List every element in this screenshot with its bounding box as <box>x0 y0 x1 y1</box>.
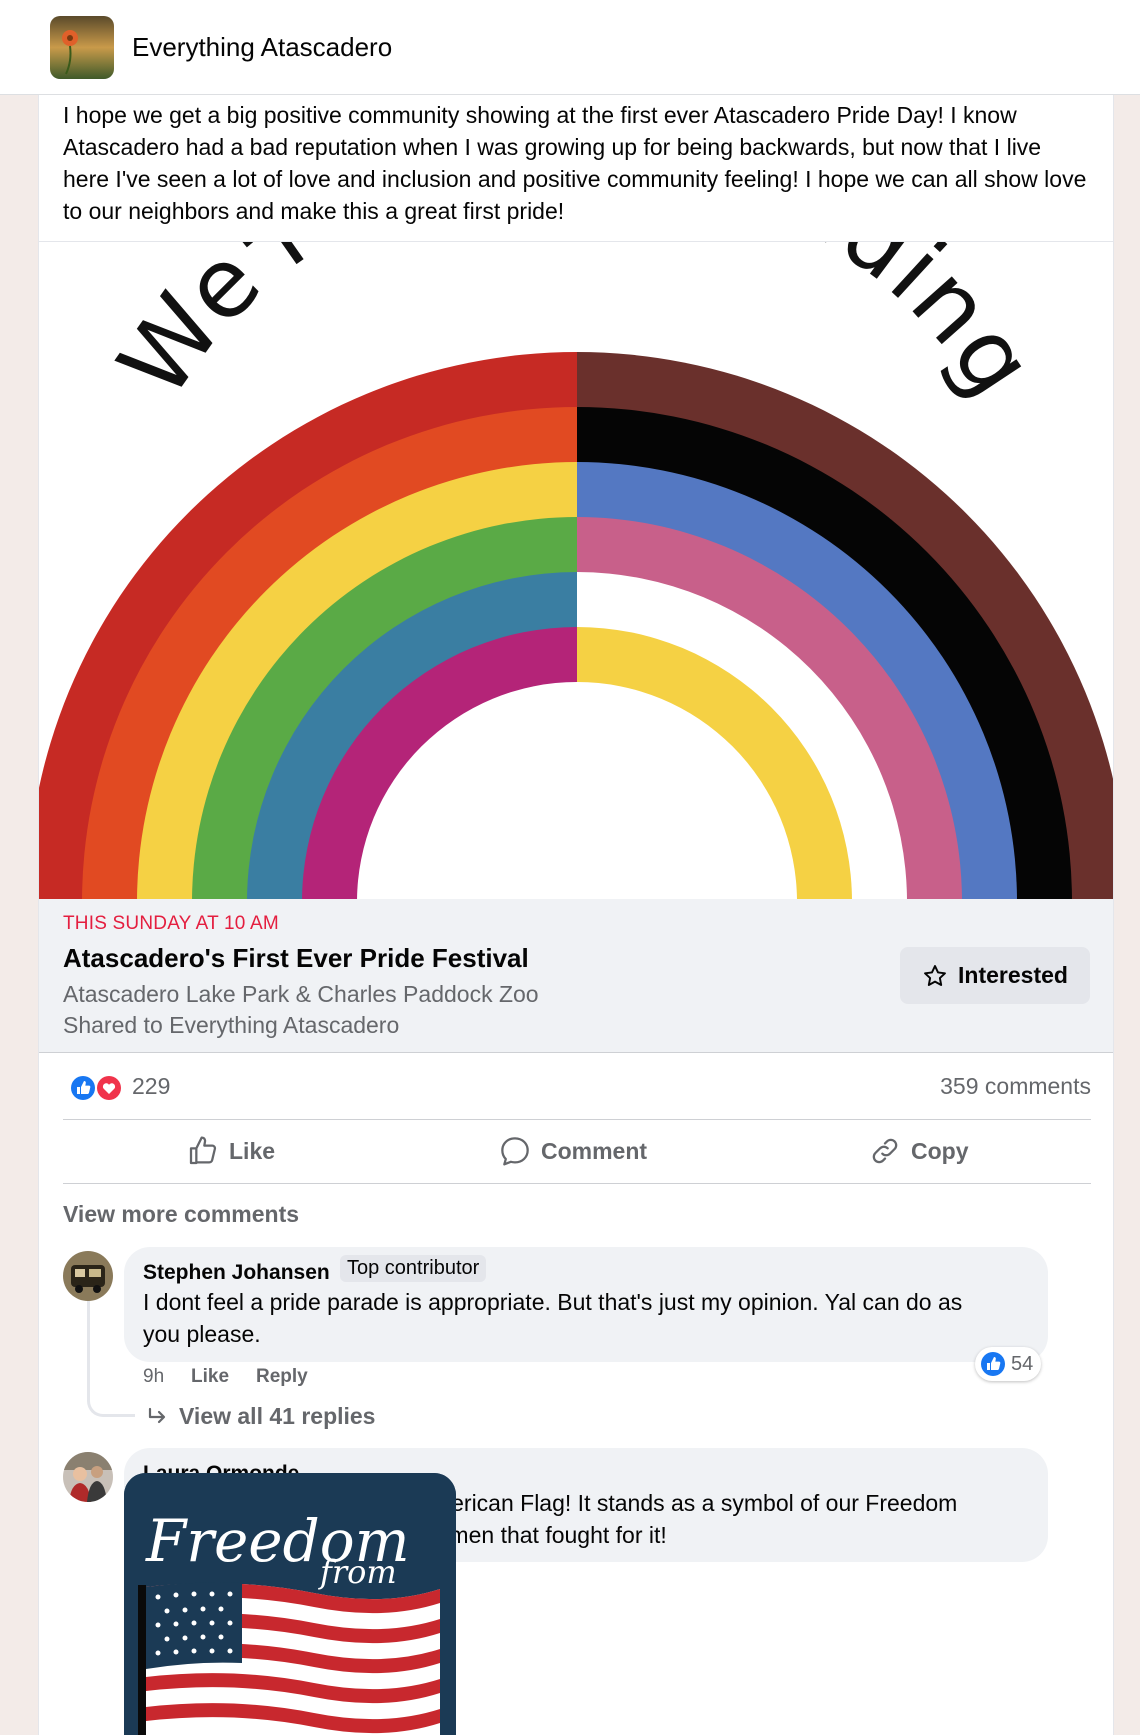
reaction-icons[interactable] <box>67 1073 123 1103</box>
top-contributor-badge: Top contributor <box>340 1255 487 1282</box>
star-icon <box>924 964 946 986</box>
like-reaction-icon <box>981 1352 1005 1376</box>
like-button[interactable]: Like <box>187 1125 275 1177</box>
group-name[interactable]: Everything Atascadero <box>132 32 392 63</box>
group-avatar[interactable] <box>50 16 114 79</box>
post-text: I hope we get a big positive community s… <box>63 102 1087 224</box>
reactions-row: 229 359 comments <box>63 1067 1091 1107</box>
view-replies[interactable]: View all 41 replies <box>145 1403 375 1430</box>
event-shared-to: Shared to Everything Atascadero <box>63 1012 400 1038</box>
thumbs-up-icon <box>189 1136 217 1165</box>
comment-text-line: I dont feel a pride parade is appropriat… <box>143 1289 963 1315</box>
american-flag-icon <box>146 1582 440 1735</box>
comment-bubble-icon <box>501 1137 529 1166</box>
reaction-count[interactable]: 229 <box>132 1073 170 1100</box>
comments-count[interactable]: 359 comments <box>940 1073 1091 1100</box>
link-icon <box>872 1138 898 1164</box>
interested-label: Interested <box>958 962 1068 988</box>
view-more-comments[interactable]: View more comments <box>63 1201 299 1228</box>
event-info[interactable]: THIS SUNDAY AT 10 AM Atascadero's First … <box>39 899 1113 1053</box>
comment-text: I dont feel a pride parade is appropriat… <box>143 1286 1023 1350</box>
comment-like-count[interactable]: 54 <box>975 1347 1042 1381</box>
event-location: Atascadero Lake Park & Charles Paddock Z… <box>63 981 539 1007</box>
event-cover-image[interactable]: We're Still Standing <box>39 95 1113 900</box>
comment-like-link[interactable]: Like <box>191 1366 229 1388</box>
event-date: THIS SUNDAY AT 10 AM <box>63 913 279 934</box>
comment-author[interactable]: Stephen Johansen <box>143 1261 330 1285</box>
group-header: Everything Atascadero <box>0 0 1140 95</box>
comment-text-line: you please. <box>143 1321 261 1347</box>
divider <box>63 1119 1091 1120</box>
avatar[interactable] <box>63 1452 113 1502</box>
comment-reply-link[interactable]: Reply <box>256 1366 308 1388</box>
interested-button[interactable]: Interested <box>900 947 1090 1004</box>
reply-arrow-icon <box>148 1407 166 1423</box>
event-title[interactable]: Atascadero's First Ever Pride Festival <box>63 943 529 974</box>
comment-image[interactable]: Freedom from <box>124 1473 456 1735</box>
post-card: I hope we get a big positive community s… <box>38 95 1114 1735</box>
copy-label: Copy <box>911 1137 969 1164</box>
like-label: Like <box>229 1137 276 1164</box>
copy-button[interactable]: Copy <box>869 1125 969 1177</box>
comment-label: Comment <box>541 1137 648 1164</box>
divider <box>63 1183 1091 1184</box>
like-count: 54 <box>1011 1352 1034 1375</box>
view-replies-label: View all 41 replies <box>179 1403 376 1429</box>
comment-button[interactable]: Comment <box>499 1125 647 1177</box>
image-script-text: from <box>318 1553 397 1591</box>
comment-time[interactable]: 9h <box>143 1366 164 1388</box>
avatar[interactable] <box>63 1251 113 1301</box>
